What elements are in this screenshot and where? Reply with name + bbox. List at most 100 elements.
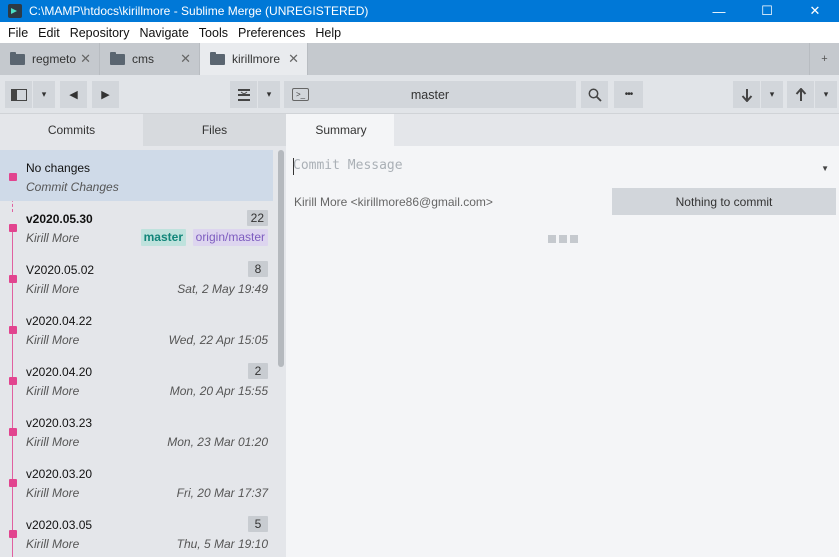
menu-preferences[interactable]: Preferences <box>233 26 310 40</box>
app-icon <box>8 4 22 18</box>
search-icon <box>588 88 602 102</box>
sidebar-toggle-button[interactable] <box>5 81 32 108</box>
tab-kirillmore[interactable]: kirillmore ✕ <box>200 43 308 75</box>
branch-tag-master[interactable]: master <box>140 229 186 246</box>
graph-node <box>9 479 17 487</box>
graph-node <box>9 224 17 232</box>
graph-node <box>9 173 17 181</box>
commit-row[interactable]: v2020.03.23 Kirill More Mon, 23 Mar 01:2… <box>0 405 273 456</box>
file-count-badge: 8 <box>248 261 268 277</box>
tab-commits[interactable]: Commits <box>0 114 143 146</box>
stash-dropdown-button[interactable]: ▾ <box>258 81 280 108</box>
more-options-button[interactable]: ••• <box>614 81 643 108</box>
menu-repository[interactable]: Repository <box>65 26 135 40</box>
commit-row[interactable]: V2020.05.02 8 Kirill More Sat, 2 May 19:… <box>0 252 273 303</box>
close-button[interactable]: ✕ <box>791 0 839 22</box>
branch-tag-origin-master[interactable]: origin/master <box>192 229 268 246</box>
commit-author: Kirill More <box>26 282 80 296</box>
commit-title: v2020.03.05 <box>26 518 93 532</box>
commit-author: Kirill More <box>26 486 80 500</box>
commit-title: v2020.04.20 <box>26 365 93 379</box>
layout-dropdown-button[interactable]: ▾ <box>33 81 55 108</box>
pull-button[interactable] <box>733 81 760 108</box>
commit-row[interactable]: v2020.03.20 Kirill More Fri, 20 Mar 17:3… <box>0 456 273 507</box>
commit-row[interactable]: v2020.03.05 5 Kirill More Thu, 5 Mar 19:… <box>0 507 273 557</box>
commit-date: Fri, 20 Mar 17:37 <box>176 486 268 500</box>
tab-label: kirillmore <box>232 52 280 66</box>
commit-author-label: Kirill More <kirillmore86@gmail.com> <box>294 195 493 209</box>
menu-file[interactable]: File <box>3 26 33 40</box>
commit-date: Mon, 20 Apr 15:55 <box>169 384 268 398</box>
commit-row[interactable]: v2020.04.20 2 Kirill More Mon, 20 Apr 15… <box>0 354 273 405</box>
scrollbar-thumb[interactable] <box>278 150 284 367</box>
add-tab-button[interactable]: + <box>809 43 839 75</box>
commit-date: Thu, 5 Mar 19:10 <box>176 537 268 551</box>
commit-message-input[interactable]: Commit Message <box>293 158 403 173</box>
menu-tools[interactable]: Tools <box>194 26 233 40</box>
commit-title: v2020.03.23 <box>26 416 93 430</box>
pull-arrow-icon <box>741 88 752 102</box>
graph-node <box>9 530 17 538</box>
folder-icon <box>10 51 25 65</box>
close-tab-icon[interactable]: ✕ <box>288 51 299 67</box>
stash-button[interactable] <box>230 81 257 108</box>
file-count-badge: 2 <box>248 363 268 379</box>
tab-summary[interactable]: Summary <box>288 114 394 146</box>
commit-title: v2020.03.20 <box>26 467 93 481</box>
commit-author: Kirill More <box>26 537 80 551</box>
forward-button[interactable]: ▶ <box>92 81 119 108</box>
commit-row[interactable]: v2020.05.30 22 Kirill More master origin… <box>0 201 273 252</box>
folder-icon <box>210 51 225 65</box>
chevron-down-icon[interactable]: ▼ <box>821 164 829 173</box>
tab-label: cms <box>132 52 154 66</box>
tab-regmeto[interactable]: regmeto ✕ <box>0 43 100 75</box>
commit-title: No changes <box>26 161 91 175</box>
commit-date: Sat, 2 May 19:49 <box>177 282 268 296</box>
commit-button[interactable]: Nothing to commit <box>612 188 836 215</box>
commit-list: No changes Commit Changes v2020.05.30 22… <box>0 146 276 557</box>
summary-panel: Summary Commit Message ▼ Kirill More <ki… <box>286 114 839 557</box>
push-dropdown-button[interactable]: ▾ <box>815 81 837 108</box>
commit-list-scrollbar[interactable] <box>276 146 286 557</box>
repo-tab-bar: regmeto ✕ cms ✕ kirillmore ✕ + <box>0 43 839 75</box>
tab-label: regmeto <box>32 52 77 66</box>
search-button[interactable] <box>581 81 608 108</box>
commit-list-panel: Commits Files No changes Commit Changes … <box>0 114 286 557</box>
close-tab-icon[interactable]: ✕ <box>180 51 191 67</box>
graph-node <box>9 275 17 283</box>
command-palette-box[interactable]: >_ master <box>284 81 576 108</box>
menu-bar: File Edit Repository Navigate Tools Pref… <box>0 22 839 43</box>
file-count-badge: 22 <box>246 210 268 226</box>
maximize-button[interactable]: ☐ <box>743 0 791 22</box>
back-button[interactable]: ◀ <box>60 81 87 108</box>
toolbar: ▾ ◀ ▶ ▾ >_ master ••• ▾ ▾ <box>0 75 839 114</box>
tab-cms[interactable]: cms ✕ <box>100 43 200 75</box>
commit-title: v2020.05.30 <box>26 212 93 226</box>
commit-author: Kirill More <box>26 333 80 347</box>
pull-dropdown-button[interactable]: ▾ <box>761 81 783 108</box>
menu-navigate[interactable]: Navigate <box>134 26 193 40</box>
summary-tab-strip <box>394 114 839 146</box>
title-bar: C:\MAMP\htdocs\kirillmore - Sublime Merg… <box>0 0 839 22</box>
menu-edit[interactable]: Edit <box>33 26 65 40</box>
commit-author: Kirill More <box>26 435 80 449</box>
commit-author: Kirill More <box>26 384 80 398</box>
commit-row[interactable]: v2020.04.22 Kirill More Wed, 22 Apr 15:0… <box>0 303 273 354</box>
file-count-badge: 5 <box>248 516 268 532</box>
commit-author: Kirill More <box>26 231 80 245</box>
stash-icon <box>237 88 250 101</box>
window-title: C:\MAMP\htdocs\kirillmore - Sublime Merg… <box>29 4 369 18</box>
graph-node <box>9 377 17 385</box>
menu-help[interactable]: Help <box>310 26 346 40</box>
push-arrow-icon <box>795 87 806 101</box>
commit-row-working[interactable]: No changes Commit Changes <box>0 150 273 201</box>
commit-subtitle: Commit Changes <box>26 180 119 194</box>
commit-date: Mon, 23 Mar 01:20 <box>167 435 268 449</box>
commit-title: V2020.05.02 <box>26 263 95 277</box>
minimize-button[interactable]: — <box>695 0 743 22</box>
tab-files[interactable]: Files <box>143 114 286 146</box>
close-tab-icon[interactable]: ✕ <box>80 51 91 67</box>
commit-title: v2020.04.22 <box>26 314 93 328</box>
push-button[interactable] <box>787 81 814 108</box>
current-branch-label: master <box>410 87 450 102</box>
